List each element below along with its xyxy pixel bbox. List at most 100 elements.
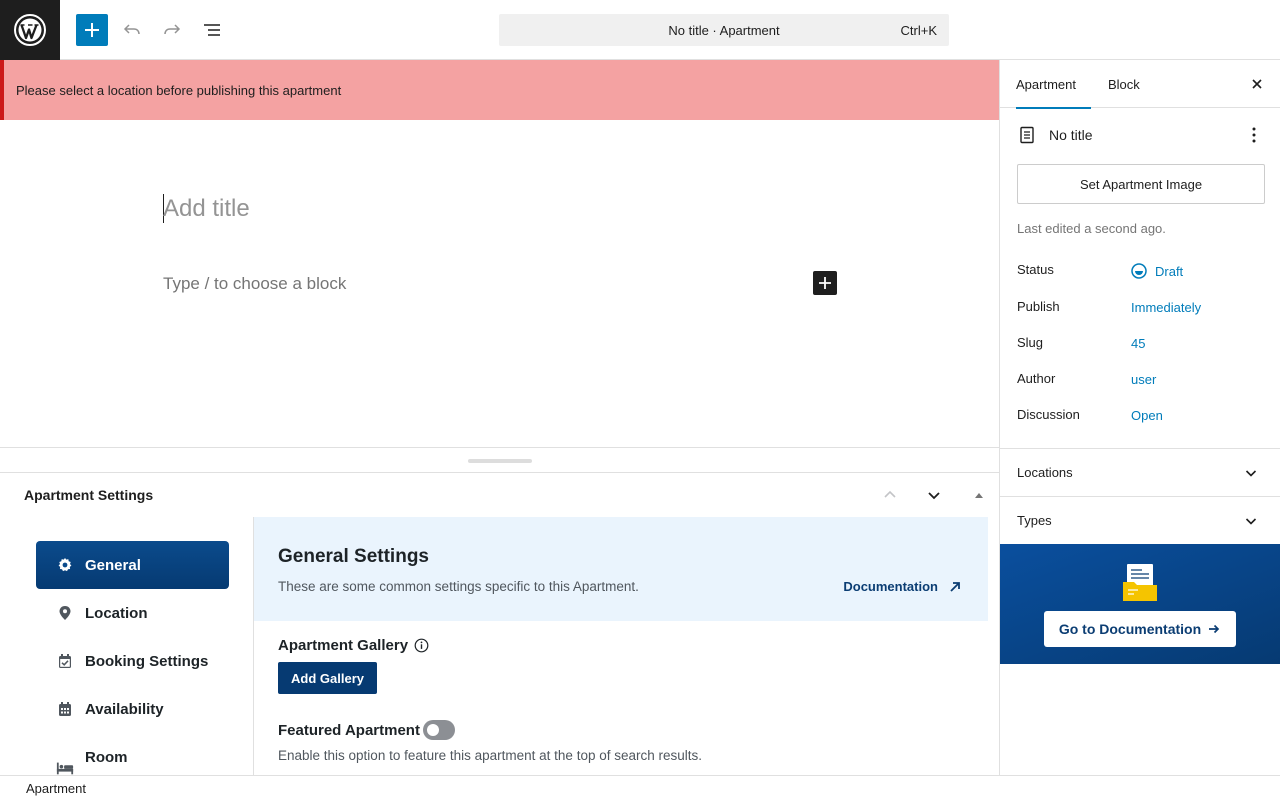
meta-key: Author <box>1017 371 1056 386</box>
tab-apartment[interactable]: Apartment <box>1016 60 1091 109</box>
more-vertical-icon <box>1252 127 1256 143</box>
document-folder-icon <box>1123 564 1157 601</box>
status-value-button[interactable]: Draft <box>1131 263 1183 279</box>
wordpress-logo-icon[interactable] <box>0 0 60 60</box>
document-name: No title <box>1049 127 1093 143</box>
redo-icon <box>164 24 181 35</box>
nav-item-label: General <box>85 556 141 574</box>
meta-row-publish: Publish Immediately <box>1017 299 1267 319</box>
notice-message: Please select a location before publishi… <box>16 82 342 98</box>
document-overview-button[interactable] <box>196 14 228 46</box>
apartment-gallery-label: Apartment Gallery <box>278 637 429 654</box>
breadcrumb-item[interactable]: Apartment <box>26 781 86 796</box>
sidebar-tabs: Apartment Block <box>1000 60 1280 109</box>
editor-header: No title · Apartment Ctrl+K <box>0 0 1280 60</box>
general-settings-description: These are some common settings specific … <box>278 579 639 594</box>
nav-item-general[interactable]: General <box>36 541 229 589</box>
documentation-link[interactable]: Documentation <box>843 579 962 594</box>
add-block-button[interactable] <box>76 14 108 46</box>
draft-status-icon <box>1131 263 1147 279</box>
publish-value-button[interactable]: Immediately <box>1131 300 1201 315</box>
go-to-documentation-button[interactable]: Go to Documentation <box>1044 611 1236 647</box>
meta-key: Status <box>1017 262 1054 277</box>
default-block-appender[interactable]: Type / to choose a block <box>163 274 346 294</box>
info-icon[interactable] <box>414 638 429 653</box>
panel-types[interactable]: Types <box>1000 496 1280 544</box>
chevron-down-icon <box>928 492 940 500</box>
close-icon <box>1252 79 1262 89</box>
general-settings-header: General Settings These are some common s… <box>254 517 988 621</box>
metabox-header: Apartment Settings <box>0 473 999 517</box>
toggle-panel-button[interactable] <box>967 483 991 507</box>
move-up-button[interactable] <box>878 483 902 507</box>
documentation-link-label: Documentation <box>843 579 938 594</box>
command-palette-bar[interactable]: No title · Apartment Ctrl+K <box>499 14 949 46</box>
slug-value-button[interactable]: 45 <box>1131 336 1145 351</box>
page-icon <box>1020 126 1034 144</box>
nav-item-booking-settings[interactable]: Booking Settings <box>36 637 229 685</box>
tab-block[interactable]: Block <box>1108 60 1140 108</box>
document-actions-button[interactable] <box>1242 123 1266 147</box>
metabox-body: General Location Booking Settings Availa… <box>0 517 999 775</box>
meta-value: Draft <box>1155 263 1184 279</box>
discussion-value-button[interactable]: Open <box>1131 408 1163 423</box>
author-value-button[interactable]: user <box>1131 372 1156 387</box>
post-title-input[interactable]: Add title <box>163 195 250 223</box>
meta-key: Slug <box>1017 335 1044 350</box>
calendar-check-icon <box>56 652 74 670</box>
panel-label: Locations <box>1017 465 1073 480</box>
panel-label: Types <box>1017 513 1052 528</box>
add-gallery-button[interactable]: Add Gallery <box>278 662 377 694</box>
settings-sidebar: Apartment Block No title Set Apartment I… <box>999 60 1280 775</box>
general-settings-heading: General Settings <box>278 546 429 567</box>
nav-item-room[interactable]: Room <box>36 733 229 775</box>
move-down-button[interactable] <box>922 483 946 507</box>
nav-item-label: Location <box>85 604 148 622</box>
meta-row-author: Author user <box>1017 371 1267 391</box>
redo-button[interactable] <box>156 14 188 46</box>
nav-item-availability[interactable]: Availability <box>36 685 229 733</box>
editor-canvas: Add title Type / to choose a block <box>0 120 999 447</box>
metabox-title: Apartment Settings <box>24 487 154 503</box>
tab-label: Block <box>1108 76 1140 92</box>
last-edited-text: Last edited a second ago. <box>1017 221 1166 236</box>
document-summary: No title <box>1017 123 1267 147</box>
gear-icon <box>56 556 74 574</box>
set-apartment-image-button[interactable]: Set Apartment Image <box>1017 164 1265 204</box>
error-notice: Please select a location before publishi… <box>0 60 1000 120</box>
map-pin-icon <box>56 604 74 622</box>
triangle-up-icon <box>975 493 983 498</box>
meta-row-slug: Slug 45 <box>1017 335 1267 355</box>
undo-icon <box>123 24 140 35</box>
chevron-up-icon <box>884 490 896 498</box>
nav-item-label: Availability <box>85 700 164 718</box>
featured-apartment-label: Featured Apartment <box>278 722 420 739</box>
apartment-gallery-text: Apartment Gallery <box>278 637 409 654</box>
documentation-promo: Go to Documentation <box>1000 544 1280 664</box>
featured-apartment-toggle[interactable] <box>423 720 455 740</box>
meta-key: Discussion <box>1017 407 1080 422</box>
calendar-icon <box>56 700 74 718</box>
chevron-down-icon <box>1239 509 1263 533</box>
external-arrow-icon <box>948 580 962 594</box>
featured-apartment-description: Enable this option to feature this apart… <box>278 748 702 763</box>
nav-item-label: Booking Settings <box>85 652 209 670</box>
block-breadcrumb-bar: Apartment <box>0 775 1280 800</box>
tab-label: Apartment <box>1016 76 1076 92</box>
close-sidebar-button[interactable] <box>1245 72 1269 96</box>
meta-row-discussion: Discussion Open <box>1017 407 1267 427</box>
panel-locations[interactable]: Locations <box>1000 448 1280 496</box>
list-view-icon <box>204 24 220 36</box>
settings-nav: General Location Booking Settings Availa… <box>36 541 229 775</box>
chevron-down-icon <box>1239 461 1263 485</box>
promo-button-label: Go to Documentation <box>1058 621 1202 637</box>
metabox-resize-row <box>0 447 999 473</box>
undo-button[interactable] <box>116 14 148 46</box>
nav-item-label: Room <box>85 748 128 766</box>
plus-icon <box>819 277 831 289</box>
bed-icon <box>56 759 74 775</box>
nav-item-location[interactable]: Location <box>36 589 229 637</box>
shortcut-hint: Ctrl+K <box>900 23 937 38</box>
inline-add-block-button[interactable] <box>813 271 837 295</box>
resize-handle[interactable] <box>468 459 532 463</box>
